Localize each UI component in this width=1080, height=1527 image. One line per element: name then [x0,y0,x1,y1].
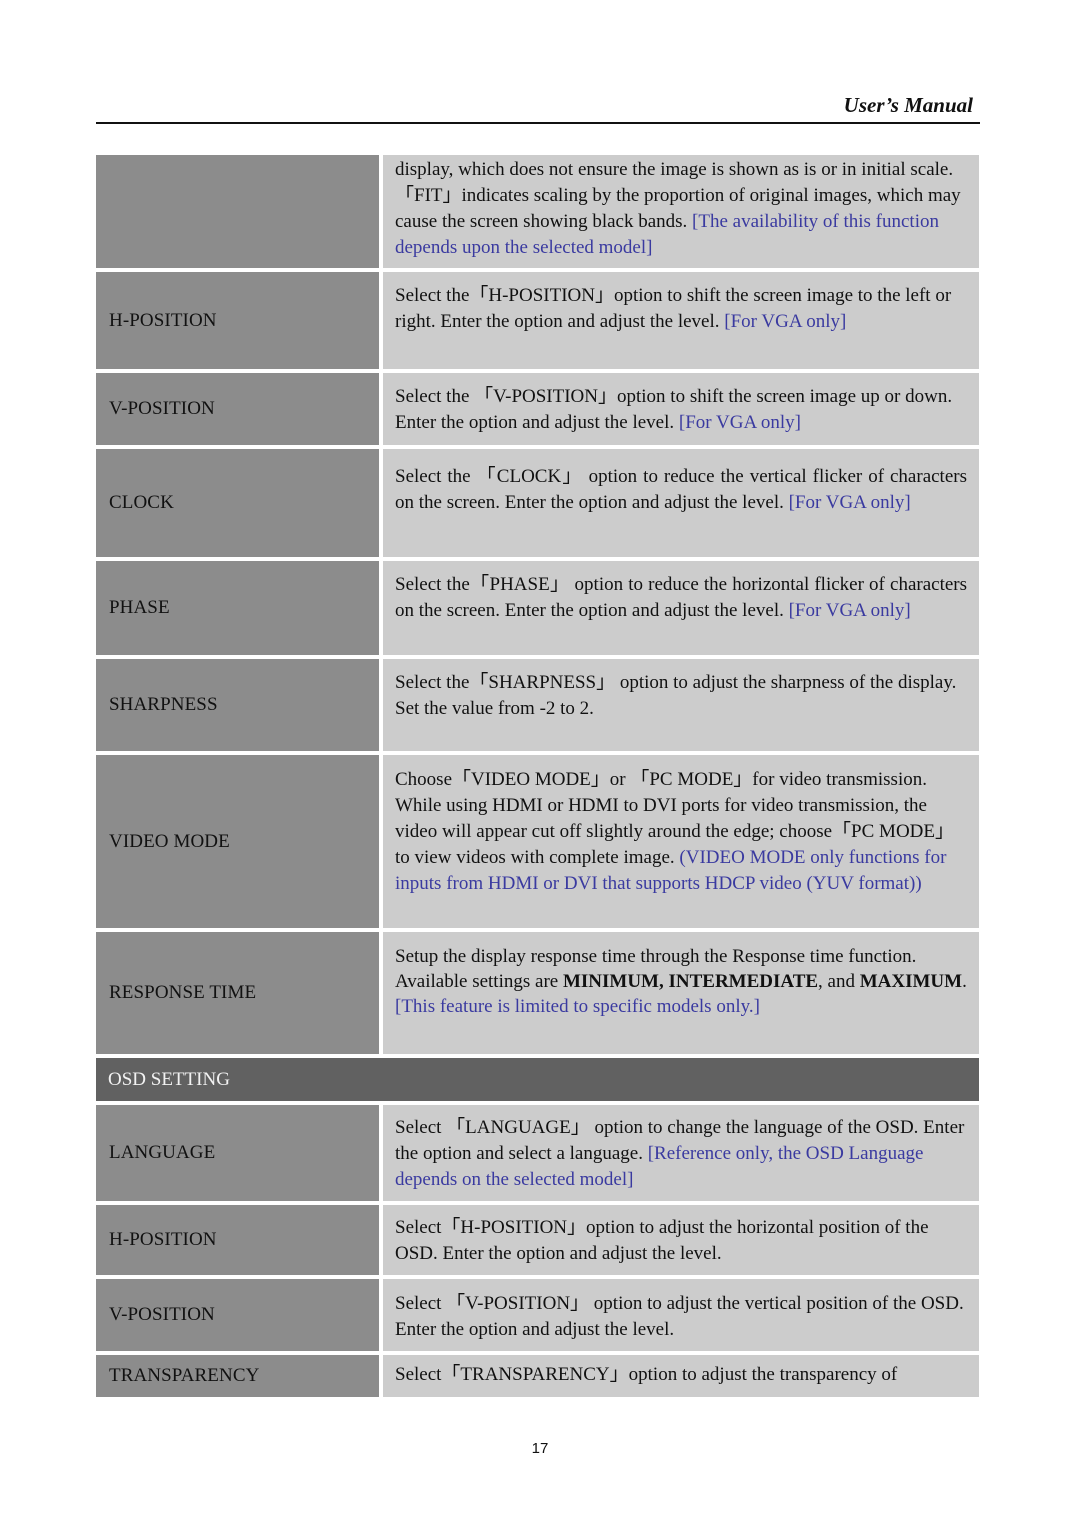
table-row-response-time: RESPONSE TIME Setup the display response… [96,932,979,1054]
row-label: H-POSITION [96,1205,379,1275]
row-description: Select 「V-POSITION」 option to adjust the… [383,1279,979,1351]
row-description: Select the「PHASE」 option to reduce the h… [383,561,979,655]
row-description: Select 「LANGUAGE」 option to change the l… [383,1105,979,1201]
row-label: V-POSITION [96,373,379,445]
manual-title: User’s Manual [843,93,973,117]
row-label: RESPONSE TIME [96,932,379,1054]
settings-table: display, which does not ensure the image… [96,155,979,1397]
row-description: Select the「H-POSITION」option to shift th… [383,272,979,369]
row-description: Setup the display response time through … [383,932,979,1054]
description-note: [For VGA only] [724,311,847,332]
section-header-osd-setting: OSD SETTING [96,1058,979,1101]
row-label: CLOCK [96,449,379,557]
row-description: Select the「SHARPNESS」 option to adjust t… [383,659,979,751]
description-note: [For VGA only] [788,600,911,621]
row-description: Select「H-POSITION」option to adjust the h… [383,1205,979,1275]
page-number: 17 [531,1440,549,1457]
row-label: PHASE [96,561,379,655]
description-text: Select the「SHARPNESS」 option to adjust t… [395,672,957,719]
description-text: Select 「V-POSITION」 option to adjust the… [395,1293,964,1340]
table-row-clock: CLOCK Select the 「CLOCK」 option to reduc… [96,449,979,557]
row-label: H-POSITION [96,272,379,369]
description-note: [For VGA only] [678,412,801,433]
setting-minimum: MINIMUM, [562,971,664,992]
row-label: LANGUAGE [96,1105,379,1201]
row-label [96,155,379,268]
table-row-phase: PHASE Select the「PHASE」 option to reduce… [96,561,979,655]
description-text: Select the「H-POSITION」option to shift th… [395,285,952,332]
table-row-transparency: TRANSPARENCY Select「TRANSPARENCY」option … [96,1355,979,1397]
row-description: Select the 「CLOCK」 option to reduce the … [383,449,979,557]
description-text: . [962,971,967,992]
table-row-h-position: H-POSITION Select the「H-POSITION」option … [96,272,979,369]
description-note: [This feature is limited to specific mod… [395,996,760,1017]
setting-intermediate: INTERMEDIATE [668,971,819,992]
row-label: VIDEO MODE [96,755,379,928]
table-row-osd-v-position: V-POSITION Select 「V-POSITION」 option to… [96,1279,979,1351]
description-text: Select「TRANSPARENCY」option to adjust the… [395,1364,898,1385]
row-description: display, which does not ensure the image… [383,155,979,268]
table-row-fit-continued: display, which does not ensure the image… [96,155,979,268]
row-label: V-POSITION [96,1279,379,1351]
row-description: Select the 「V-POSITION」option to shift t… [383,373,979,445]
row-description: Select「TRANSPARENCY」option to adjust the… [383,1355,979,1397]
description-note: [For VGA only] [788,492,911,513]
section-title: OSD SETTING [108,1068,230,1090]
table-row-language: LANGUAGE Select 「LANGUAGE」 option to cha… [96,1105,979,1201]
description-text: Select「H-POSITION」option to adjust the h… [395,1217,929,1264]
description-text: , and [818,971,860,992]
description-text: Select the 「V-POSITION」option to shift t… [395,386,953,433]
header-divider [96,122,980,124]
table-row-sharpness: SHARPNESS Select the「SHARPNESS」 option t… [96,659,979,751]
row-description: Choose「VIDEO MODE」or 「PC MODE」for video … [383,755,979,928]
row-label: TRANSPARENCY [96,1355,379,1397]
table-row-osd-h-position: H-POSITION Select「H-POSITION」option to a… [96,1205,979,1275]
setting-maximum: MAXIMUM [859,971,963,992]
table-row-v-position: V-POSITION Select the 「V-POSITION」option… [96,373,979,445]
table-row-video-mode: VIDEO MODE Choose「VIDEO MODE」or 「PC MODE… [96,755,979,928]
row-label: SHARPNESS [96,659,379,751]
